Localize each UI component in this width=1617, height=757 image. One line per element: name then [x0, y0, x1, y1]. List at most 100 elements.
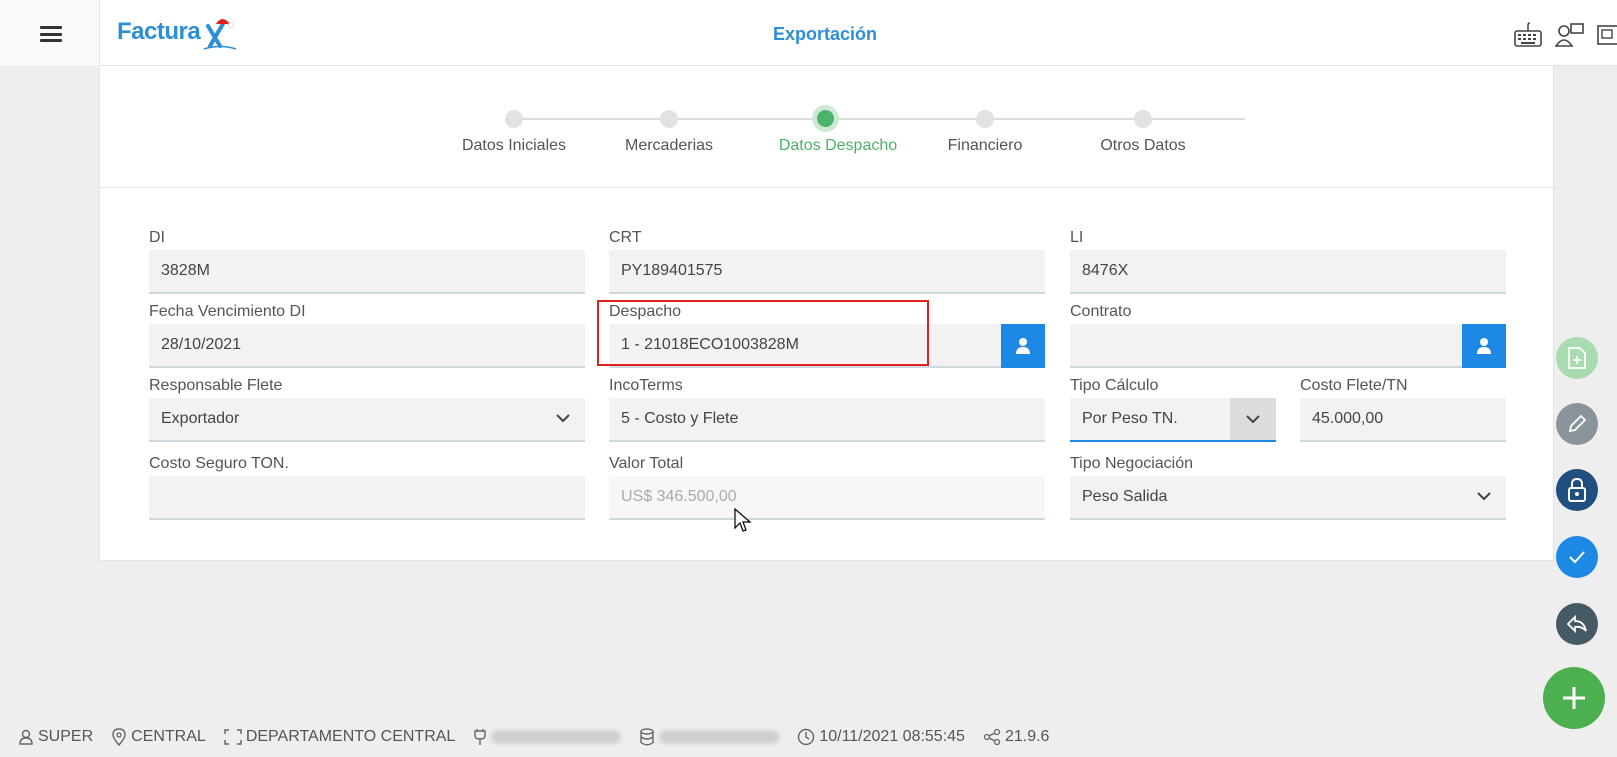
responsable-flete-label: Responsable Flete: [149, 377, 283, 394]
frame-icon: [224, 729, 242, 745]
location-pin-icon: [112, 728, 126, 746]
incoterms-field: IncoTerms 5 - Costo y Flete: [609, 376, 1045, 442]
tipo-negociacion-value: Peso Salida: [1082, 488, 1168, 505]
footer-datetime: 10/11/2021 08:55:45: [797, 728, 965, 746]
plug-icon: [474, 729, 487, 745]
di-input[interactable]: 3828M: [149, 250, 585, 294]
keyboard-icon[interactable]: [1513, 22, 1543, 48]
tipo-calculo-label: Tipo Cálculo: [1070, 377, 1159, 394]
user-icon: [1016, 338, 1030, 354]
incoterms-label: IncoTerms: [609, 377, 683, 394]
user-icon: [19, 729, 33, 745]
screen-icon[interactable]: [1597, 22, 1617, 48]
contrato-label: Contrato: [1070, 303, 1132, 320]
chevron-down-icon: [1246, 415, 1260, 424]
footer-version: 21.9.6: [983, 728, 1049, 746]
li-field: LI 8476X: [1070, 228, 1506, 294]
step-label: Financiero: [947, 137, 1023, 154]
crt-field: CRT PY189401575: [609, 228, 1045, 294]
contrato-field: Contrato: [1070, 302, 1506, 368]
database-icon: [640, 728, 655, 746]
footer-datetime-text: 10/11/2021 08:55:45: [819, 728, 965, 745]
despacho-value: 1 - 21018ECO1003828M: [621, 336, 799, 353]
costo-seguro-input[interactable]: [149, 476, 585, 520]
stepper: Datos Iniciales Mercaderias Datos Despac…: [100, 66, 1553, 188]
new-document-icon: [1568, 347, 1586, 369]
costo-flete-field: Costo Flete/TN 45.000,00: [1300, 376, 1506, 442]
tipo-calculo-field: Tipo Cálculo Por Peso TN.: [1070, 376, 1276, 442]
brand-logo: Factura: [117, 18, 201, 45]
footer-connection: [473, 728, 622, 746]
valor-total-field: Valor Total US$ 346.500,00: [609, 454, 1045, 520]
fecha-vencimiento-label: Fecha Vencimiento DI: [149, 303, 306, 320]
crt-input[interactable]: PY189401575: [609, 250, 1045, 294]
lock-button[interactable]: [1556, 469, 1598, 511]
tipo-calculo-dropdown-button[interactable]: [1230, 398, 1276, 440]
blurred-database: [659, 730, 780, 744]
new-document-button[interactable]: [1556, 337, 1598, 379]
back-button[interactable]: [1556, 603, 1598, 645]
status-bar: SUPER CENTRAL DEPARTAMENTO CENTRAL 10/11…: [0, 722, 1617, 752]
top-icons: [1513, 22, 1617, 48]
mouse-cursor-icon: [734, 508, 752, 532]
valor-total-label: Valor Total: [609, 455, 684, 472]
incoterms-input[interactable]: 5 - Costo y Flete: [609, 398, 1045, 442]
confirm-button[interactable]: [1556, 536, 1598, 578]
li-input[interactable]: 8476X: [1070, 250, 1506, 294]
lock-icon: [1568, 477, 1586, 502]
step-label: Mercaderias: [624, 137, 714, 154]
tipo-calculo-select[interactable]: Por Peso TN.: [1070, 398, 1276, 442]
footer-user: SUPER: [18, 728, 93, 746]
tipo-negociacion-select[interactable]: Peso Salida: [1070, 476, 1506, 520]
contrato-input[interactable]: [1070, 324, 1506, 368]
step-dot: [505, 110, 523, 128]
costo-seguro-label: Costo Seguro TON.: [149, 455, 289, 472]
clock-icon: [798, 728, 815, 746]
responsable-flete-field: Responsable Flete Exportador: [149, 376, 585, 442]
footer-department: DEPARTAMENTO CENTRAL: [224, 728, 455, 746]
responsable-flete-select[interactable]: Exportador: [149, 398, 585, 442]
step-dot: [660, 110, 678, 128]
edit-button[interactable]: [1556, 403, 1598, 445]
add-button[interactable]: [1543, 667, 1605, 729]
tipo-negociacion-field: Tipo Negociación Peso Salida: [1070, 454, 1506, 520]
despacho-search-button[interactable]: [1001, 324, 1045, 368]
check-icon: [1569, 551, 1585, 564]
li-label: LI: [1070, 229, 1084, 246]
responsable-flete-value: Exportador: [161, 410, 240, 427]
user-screen-icon[interactable]: [1555, 22, 1585, 48]
fecha-vencimiento-field: Fecha Vencimiento DI 28/10/2021: [149, 302, 585, 368]
di-label: DI: [149, 229, 165, 246]
despacho-field: Despacho 1 - 21018ECO1003828M: [609, 302, 1045, 368]
step-label: Otros Datos: [1100, 137, 1186, 154]
step-dot: [976, 110, 994, 128]
valor-total-input: US$ 346.500,00: [609, 476, 1045, 520]
costo-flete-label: Costo Flete/TN: [1300, 377, 1408, 394]
plus-icon: [1563, 687, 1585, 709]
page-title: Exportación: [772, 24, 878, 44]
chevron-down-icon: [1477, 492, 1491, 501]
despacho-input[interactable]: 1 - 21018ECO1003828M: [609, 324, 1045, 368]
menu-cell: [0, 0, 100, 66]
blurred-company: [491, 730, 622, 744]
chevron-down-icon: [556, 414, 570, 423]
footer-user-text: SUPER: [38, 728, 94, 745]
user-icon: [1477, 338, 1491, 354]
contrato-search-button[interactable]: [1462, 324, 1506, 368]
despacho-label: Despacho: [609, 303, 682, 320]
crt-label: CRT: [609, 229, 642, 246]
fecha-vencimiento-input[interactable]: 28/10/2021: [149, 324, 585, 368]
reply-icon: [1566, 614, 1587, 634]
costo-flete-input[interactable]: 45.000,00: [1300, 398, 1506, 442]
footer-location-text: CENTRAL: [131, 728, 206, 745]
tipo-negociacion-label: Tipo Negociación: [1070, 455, 1194, 472]
pencil-icon: [1568, 414, 1587, 433]
top-bar: Factura Exportación: [0, 0, 1617, 66]
footer-location: CENTRAL: [111, 728, 206, 746]
hamburger-menu-icon[interactable]: [40, 26, 62, 42]
footer-database: [639, 728, 780, 746]
costo-seguro-field: Costo Seguro TON.: [149, 454, 585, 520]
di-field: DI 3828M: [149, 228, 585, 294]
step-dot: [1134, 110, 1152, 128]
step-dot-active: [812, 105, 839, 132]
